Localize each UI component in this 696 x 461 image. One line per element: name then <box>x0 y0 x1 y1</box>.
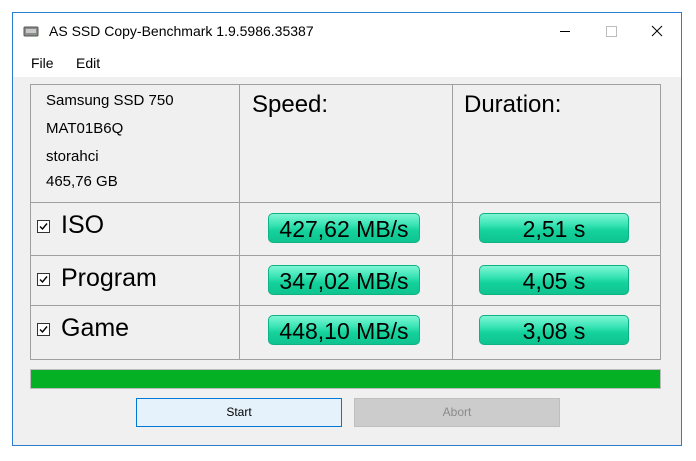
program-speed-value: 347,02 MB/s <box>268 265 420 295</box>
grid-divider <box>452 85 453 359</box>
title-bar[interactable]: AS SSD Copy-Benchmark 1.9.5986.35387 <box>13 13 681 49</box>
results-grid: Samsung SSD 750 MAT01B6Q storahci 465,76… <box>30 84 661 360</box>
iso-speed-value: 427,62 MB/s <box>268 213 420 243</box>
drive-firmware: MAT01B6Q <box>46 120 124 137</box>
minimize-icon <box>560 31 570 32</box>
iso-checkbox[interactable] <box>37 220 50 233</box>
window-title: AS SSD Copy-Benchmark 1.9.5986.35387 <box>49 23 314 39</box>
drive-model: Samsung SSD 750 <box>46 92 174 109</box>
checkmark-icon <box>39 276 48 284</box>
start-button[interactable]: Start <box>136 398 342 427</box>
drive-icon <box>23 24 39 38</box>
iso-label: ISO <box>61 211 105 239</box>
game-speed-value: 448,10 MB/s <box>268 315 420 345</box>
game-duration-value: 3,08 s <box>479 315 629 345</box>
minimize-button[interactable] <box>542 13 588 49</box>
program-duration-value: 4,05 s <box>479 265 629 295</box>
game-label: Game <box>61 314 130 342</box>
grid-divider <box>239 85 240 359</box>
close-icon <box>651 25 663 37</box>
menu-edit[interactable]: Edit <box>76 55 100 71</box>
grid-divider <box>31 305 660 306</box>
grid-divider <box>31 255 660 256</box>
game-checkbox[interactable] <box>37 323 50 336</box>
progress-bar <box>30 369 661 389</box>
progress-fill <box>31 370 660 388</box>
checkmark-icon <box>39 326 48 334</box>
maximize-button[interactable] <box>588 13 634 49</box>
close-button[interactable] <box>634 13 680 49</box>
drive-size: 465,76 GB <box>46 173 118 190</box>
duration-header: Duration: <box>464 91 562 118</box>
menu-file[interactable]: File <box>31 55 54 71</box>
grid-divider <box>31 202 660 203</box>
speed-header: Speed: <box>252 91 329 118</box>
drive-driver: storahci <box>46 148 99 165</box>
app-window: AS SSD Copy-Benchmark 1.9.5986.35387 Fil… <box>12 12 682 446</box>
checkmark-icon <box>39 223 48 231</box>
menu-bar: File Edit <box>13 49 681 77</box>
program-checkbox[interactable] <box>37 273 50 286</box>
iso-duration-value: 2,51 s <box>479 213 629 243</box>
program-label: Program <box>61 264 157 292</box>
maximize-icon <box>606 26 617 37</box>
abort-button[interactable]: Abort <box>354 398 560 427</box>
